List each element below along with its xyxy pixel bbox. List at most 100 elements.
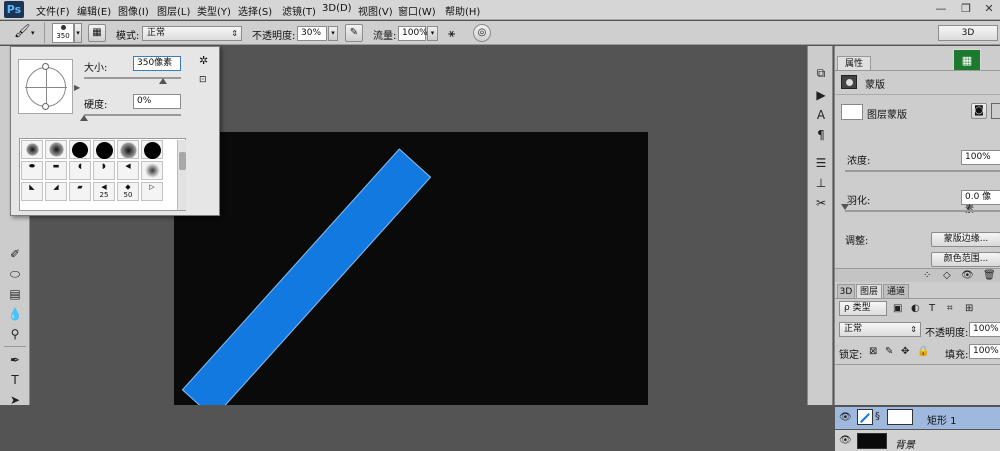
filter-adjustment-icon[interactable]: ◐	[911, 302, 920, 316]
opacity-chevron-icon[interactable]: ▾	[328, 26, 338, 41]
brush-preset-50[interactable]: ◆ 50	[117, 182, 139, 201]
feather-input[interactable]: 0.0 像素	[961, 190, 1000, 215]
visibility-eye-icon[interactable]: 👁	[839, 434, 852, 448]
visibility-eye-icon[interactable]: 👁	[839, 411, 852, 425]
filter-pixel-icon[interactable]: ▣	[893, 302, 902, 316]
tool-preset-chevron-icon[interactable]: ▾	[31, 29, 35, 37]
feather-slider-track[interactable]	[845, 210, 1000, 212]
filter-smart-object-icon[interactable]: ⊞	[965, 302, 973, 316]
airbrush-icon[interactable]: ⚹	[448, 25, 464, 41]
layer-row-selected[interactable]: 👁 § 矩形 1	[835, 407, 1000, 429]
lock-position-icon[interactable]: ✥	[901, 345, 909, 359]
clone-source-icon[interactable]: ⊥	[811, 174, 831, 192]
brush-preset[interactable]: ◣	[21, 182, 43, 201]
brush-preset[interactable]	[141, 161, 163, 180]
pixel-mask-icon[interactable]: ◙	[971, 103, 987, 119]
menu-help[interactable]: 帮助(H)	[445, 3, 480, 18]
flow-input[interactable]: 100%	[398, 26, 428, 41]
dodge-icon[interactable]: ⚲	[4, 324, 26, 344]
character-icon[interactable]: A	[811, 106, 831, 124]
hardness-input[interactable]: 0%	[133, 94, 181, 109]
brush-preset[interactable]: ▰	[69, 182, 91, 201]
layer-name[interactable]: 背景	[895, 436, 915, 451]
brush-picker-chevron-icon[interactable]: ▾	[74, 23, 82, 43]
menu-select[interactable]: 选择(S)	[238, 3, 272, 18]
load-selection-icon[interactable]: ⁘	[923, 269, 931, 283]
brush-preset[interactable]: ▷	[141, 182, 163, 201]
layer-mask-thumbnail[interactable]	[887, 409, 913, 425]
trash-icon[interactable]: 🗑	[983, 269, 996, 283]
brush-preset-soft[interactable]	[45, 140, 67, 159]
gear-icon[interactable]: ✲	[199, 54, 208, 67]
visibility-eye-icon[interactable]: 👁	[961, 269, 974, 283]
flow-chevron-icon[interactable]: ▾	[427, 26, 438, 41]
lock-transparent-icon[interactable]: ⊠	[869, 345, 877, 359]
brush-preset-hard[interactable]	[93, 140, 115, 159]
actions-play-icon[interactable]: ▶	[811, 86, 831, 104]
menu-type[interactable]: 类型(Y)	[197, 3, 231, 18]
tablet-opacity-pressure-icon[interactable]: ✎	[345, 24, 363, 42]
menu-3d[interactable]: 3D(D)	[322, 3, 352, 14]
density-input[interactable]: 100%	[961, 150, 1000, 165]
tab-layers[interactable]: 图层	[856, 284, 882, 298]
tool-presets-icon[interactable]: ✂	[811, 194, 831, 212]
eraser-icon[interactable]: ⬭	[4, 264, 26, 284]
size-slider-thumb[interactable]	[159, 78, 167, 84]
brush-preset[interactable]: ◗	[93, 161, 115, 180]
restore-icon[interactable]: ❐	[955, 1, 977, 17]
minimize-icon[interactable]: —	[930, 1, 952, 17]
tab-channels[interactable]: 通道	[883, 284, 909, 298]
filter-type-icon[interactable]: T	[929, 302, 935, 316]
brush-preset[interactable]: ◀	[117, 161, 139, 180]
paragraph-icon[interactable]: ¶	[811, 126, 831, 144]
menu-view[interactable]: 视图(V)	[358, 3, 393, 18]
brush-roundness-handle[interactable]	[42, 103, 49, 110]
workspace-switcher[interactable]: 3D	[938, 25, 998, 41]
brush-preset[interactable]: ◢	[45, 182, 67, 201]
tablet-size-pressure-icon[interactable]: ◎	[473, 24, 491, 42]
brush-preset[interactable]: ⬬	[21, 161, 43, 180]
brush-preset-25[interactable]: ◀ 25	[93, 182, 115, 201]
lock-all-icon[interactable]: 🔒	[917, 345, 929, 359]
brush-preset-hard[interactable]	[69, 140, 91, 159]
close-icon[interactable]: ✕	[978, 1, 1000, 17]
excel-app-icon[interactable]: ▦	[953, 49, 981, 71]
hardness-slider-thumb[interactable]	[80, 115, 88, 121]
size-input[interactable]: 350像素	[133, 56, 181, 71]
brush-preset-soft[interactable]	[21, 140, 43, 159]
menu-image[interactable]: 图像(I)	[118, 3, 149, 18]
history-icon[interactable]: ⧉	[811, 64, 831, 82]
tab-3d[interactable]: 3D	[837, 284, 855, 298]
layer-name[interactable]: 矩形 1	[927, 412, 957, 427]
menu-filter[interactable]: 滤镜(T)	[282, 3, 316, 18]
brush-presets-icon[interactable]: ☰	[811, 154, 831, 172]
gradient-icon[interactable]: ▤	[4, 284, 26, 304]
blur-icon[interactable]: 💧	[4, 304, 26, 324]
layer-filter-select[interactable]: ρ 类型	[839, 301, 887, 316]
color-range-button[interactable]: 颜色范围...	[931, 252, 1000, 267]
menu-window[interactable]: 窗口(W)	[398, 3, 436, 18]
menu-edit[interactable]: 编辑(E)	[77, 3, 111, 18]
history-brush-icon[interactable]: ✐	[4, 244, 26, 264]
hardness-slider-track[interactable]	[84, 114, 181, 116]
brush-preset[interactable]: ◖	[69, 161, 91, 180]
preset-scrollbar[interactable]	[177, 140, 186, 210]
document-canvas[interactable]	[174, 132, 648, 405]
new-preset-icon[interactable]: ⊡	[199, 75, 207, 85]
fill-input[interactable]: 100%	[969, 344, 1000, 359]
menu-layer[interactable]: 图层(L)	[157, 3, 190, 18]
brush-roundness-handle[interactable]	[42, 63, 49, 70]
brush-tool-icon[interactable]: 🖌	[14, 24, 31, 40]
blend-mode-select[interactable]: 正常 ⇕	[839, 322, 921, 337]
brush-preset-soft[interactable]	[117, 140, 139, 159]
brush-preset-hard[interactable]	[141, 140, 163, 159]
vector-mask-icon[interactable]	[991, 103, 1000, 119]
brush-preset-picker[interactable]: 350	[52, 23, 74, 43]
tab-properties[interactable]: 属性	[837, 56, 871, 70]
layer-opacity-input[interactable]: 100%	[969, 322, 1000, 337]
type-tool-icon[interactable]: T	[4, 370, 26, 390]
apply-mask-icon[interactable]: ◇	[943, 269, 951, 283]
mask-edge-button[interactable]: 蒙版边缘...	[931, 232, 1000, 247]
mode-select[interactable]: 正常 ⇕	[142, 26, 242, 41]
pen-icon[interactable]: ✒	[4, 350, 26, 370]
